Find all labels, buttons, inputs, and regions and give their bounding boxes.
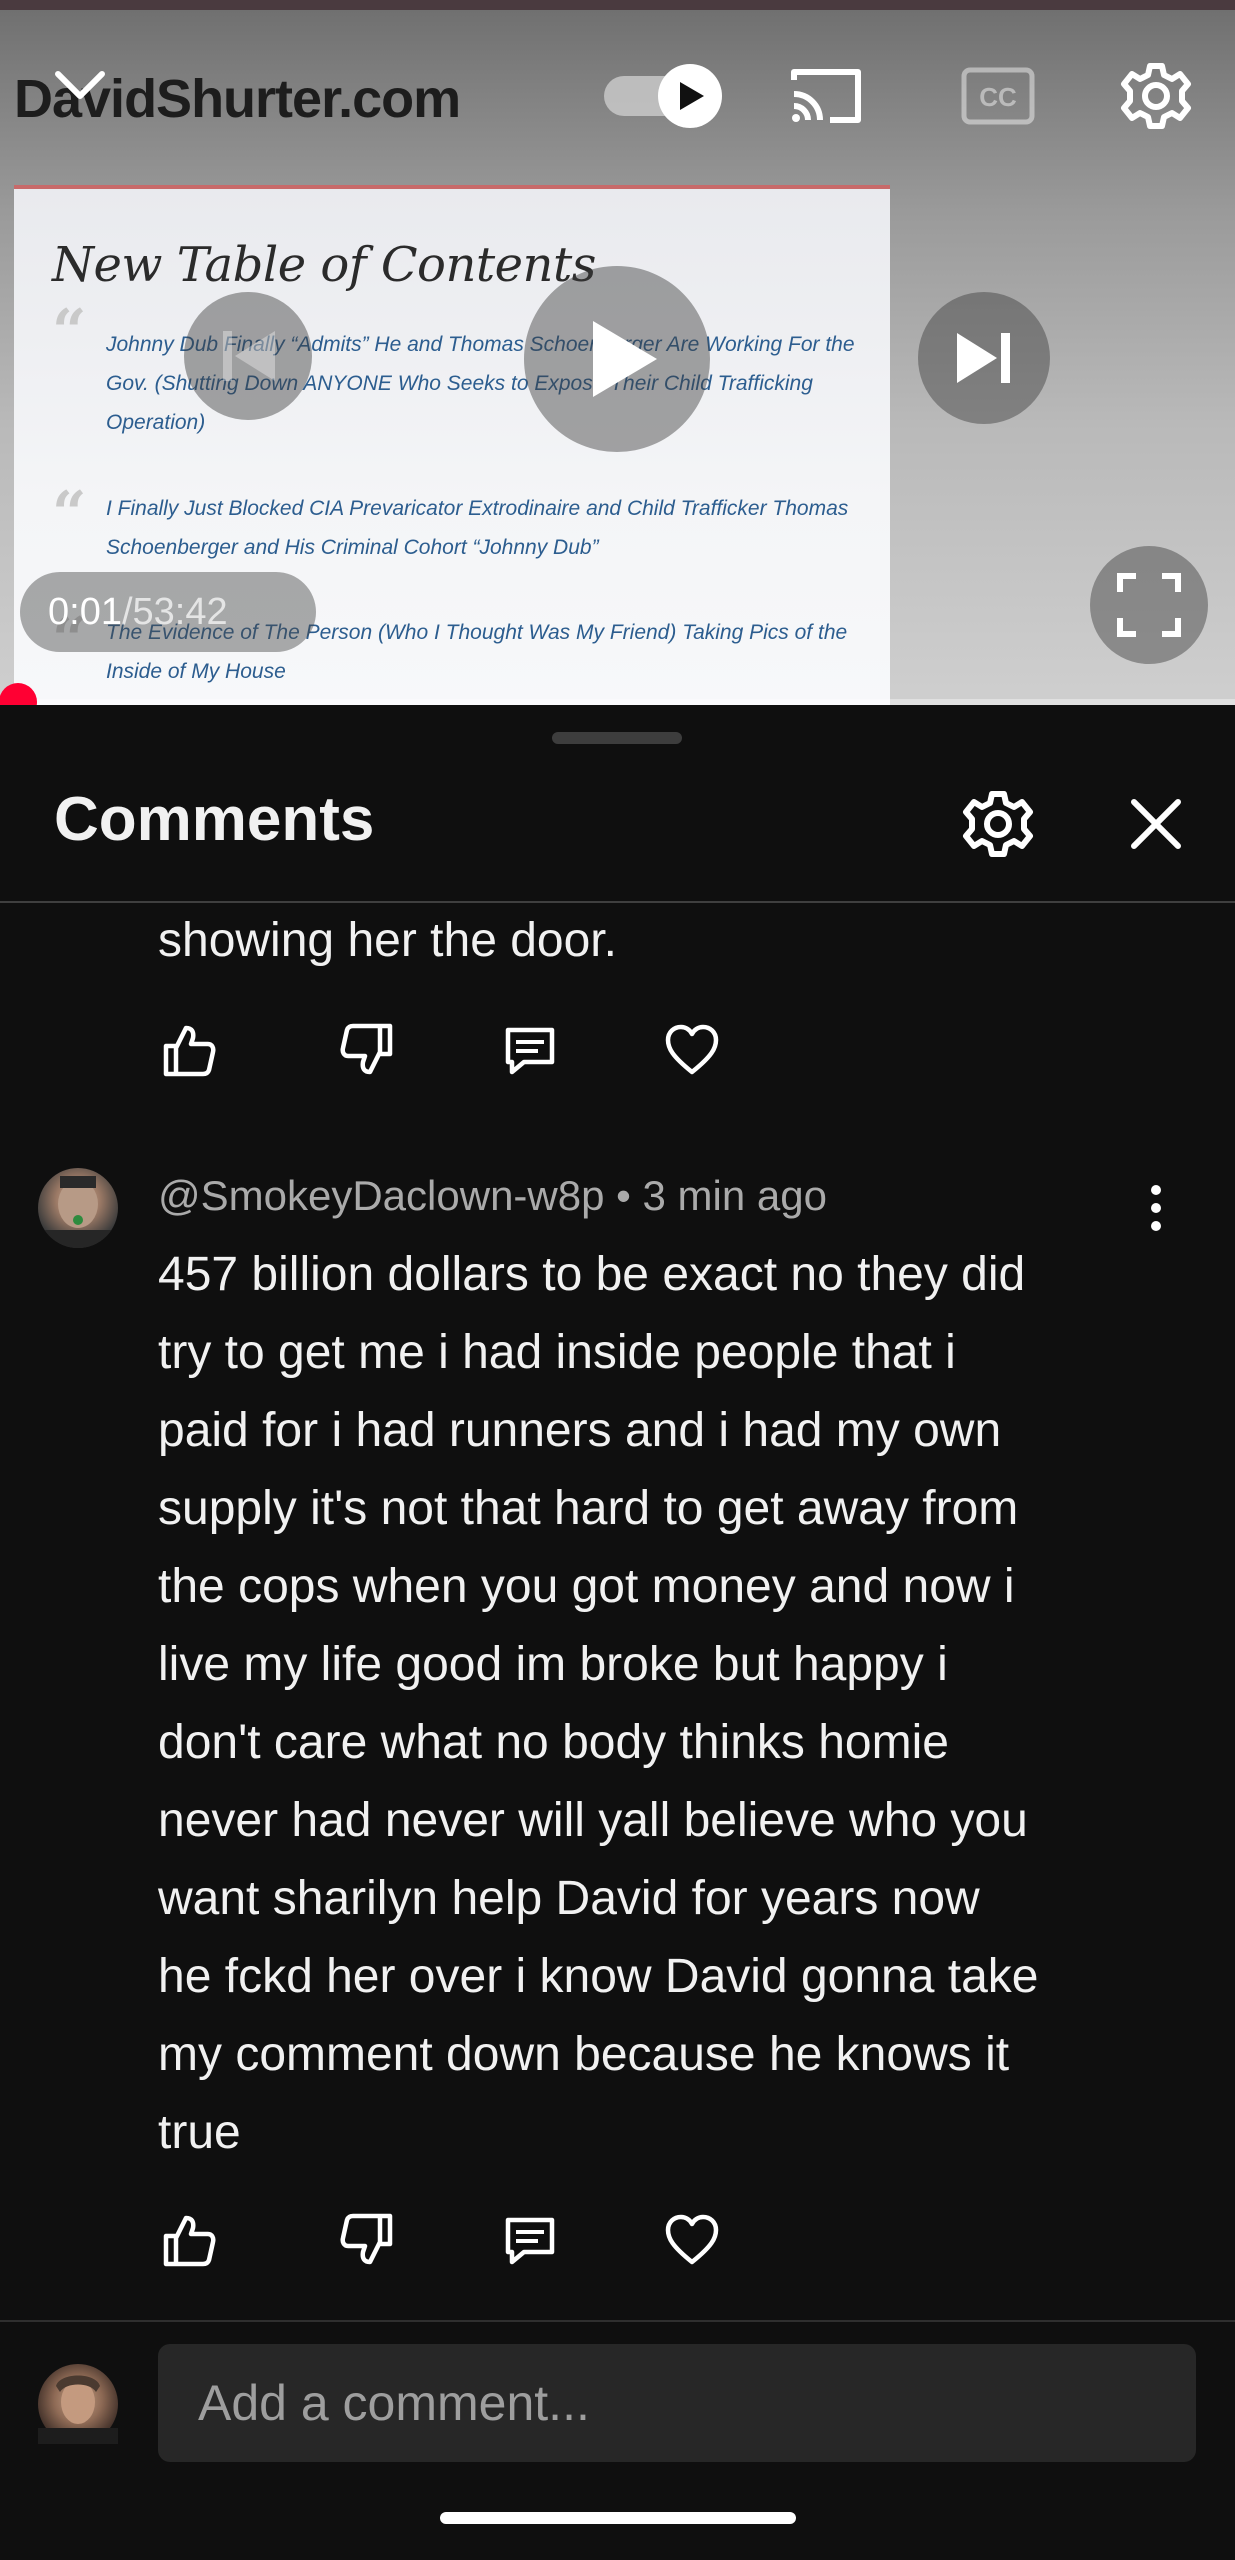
more-options-icon[interactable] [1140,1180,1172,1236]
comment-line: 457 billion dollars to be exact no they … [158,1248,1026,1301]
svg-text:CC: CC [979,82,1017,112]
home-indicator[interactable] [440,2512,796,2524]
comment-line: want sharilyn help David for years now [158,1872,980,1925]
comment-line: live my life good im broke but happy i [158,1638,948,1691]
skip-next-icon [957,333,1010,383]
comment-actions [158,2210,758,2270]
meta-separator: • [604,1172,643,1219]
fullscreen-button[interactable] [1090,546,1208,664]
comments-title: Comments [54,785,375,854]
skip-previous-button[interactable] [184,292,312,420]
skip-previous-icon [223,331,275,381]
video-player[interactable]: DavidShurter.com New Table of Contents “… [0,0,1235,705]
skip-next-button[interactable] [918,292,1050,424]
time-display: 0:01 / 53:42 [20,572,316,652]
comment-line: he fckd her over i know David gonna take [158,1950,1039,2003]
gear-icon[interactable] [1120,60,1192,132]
input-divider [0,2320,1235,2322]
play-button[interactable] [524,266,710,452]
drag-handle[interactable] [552,732,682,744]
like-icon[interactable] [158,2210,218,2270]
time-separator: / [121,590,133,633]
comment-line: never had never will yall believe who yo… [158,1794,1028,1847]
autoplay-toggle-icon[interactable] [600,62,726,130]
quote-mark-icon: “ [52,297,87,367]
avatar[interactable] [38,2364,118,2444]
comment-line: the cops when you got money and now i [158,1560,1015,1613]
reply-icon[interactable] [500,2210,560,2270]
comment-body: 457 billion dollars to be exact no they … [158,1236,1158,2172]
gear-icon[interactable] [962,788,1034,860]
add-comment-input[interactable]: Add a comment... [158,2344,1196,2462]
progress-bar[interactable] [0,699,1235,705]
comment-author[interactable]: @SmokeyDaclown-w8p [158,1172,604,1219]
dislike-icon[interactable] [338,1020,398,1080]
cast-icon[interactable] [786,64,866,128]
dislike-icon[interactable] [338,2210,398,2270]
comment-line: true [158,2106,241,2159]
slide-title: New Table of Contents [52,237,596,293]
reply-icon[interactable] [500,1020,560,1080]
cc-icon[interactable]: CC [960,64,1036,128]
comment-line: don't care what no body thinks homie [158,1716,949,1769]
play-icon [593,321,657,397]
toc-item: I Finally Just Blocked CIA Prevaricator … [106,497,849,559]
heart-icon[interactable] [662,1020,722,1080]
close-icon[interactable] [1128,796,1184,852]
previous-comment-text: showing her the door. [158,914,617,967]
quote-mark-icon: “ [52,479,87,549]
heart-icon[interactable] [662,2210,722,2270]
comment-meta: @SmokeyDaclown-w8p • 3 min ago [158,1172,827,1220]
like-icon[interactable] [158,1020,218,1080]
total-time: 53:42 [132,590,228,633]
comment-line: try to get me i had inside people that i [158,1326,956,1379]
current-time: 0:01 [48,590,122,633]
comment-line: my comment down because he knows it [158,2028,1010,2081]
avatar[interactable] [38,1168,118,1248]
fullscreen-icon [1117,573,1181,637]
previous-comment-actions [158,1020,758,1080]
comment-time: 3 min ago [642,1172,827,1219]
top-edge [0,0,1235,10]
comment-line: supply it's not that hard to get away fr… [158,1482,1019,1535]
chevron-down-icon[interactable] [52,66,108,106]
comment-line: paid for i had runners and i had my own [158,1404,1002,1457]
